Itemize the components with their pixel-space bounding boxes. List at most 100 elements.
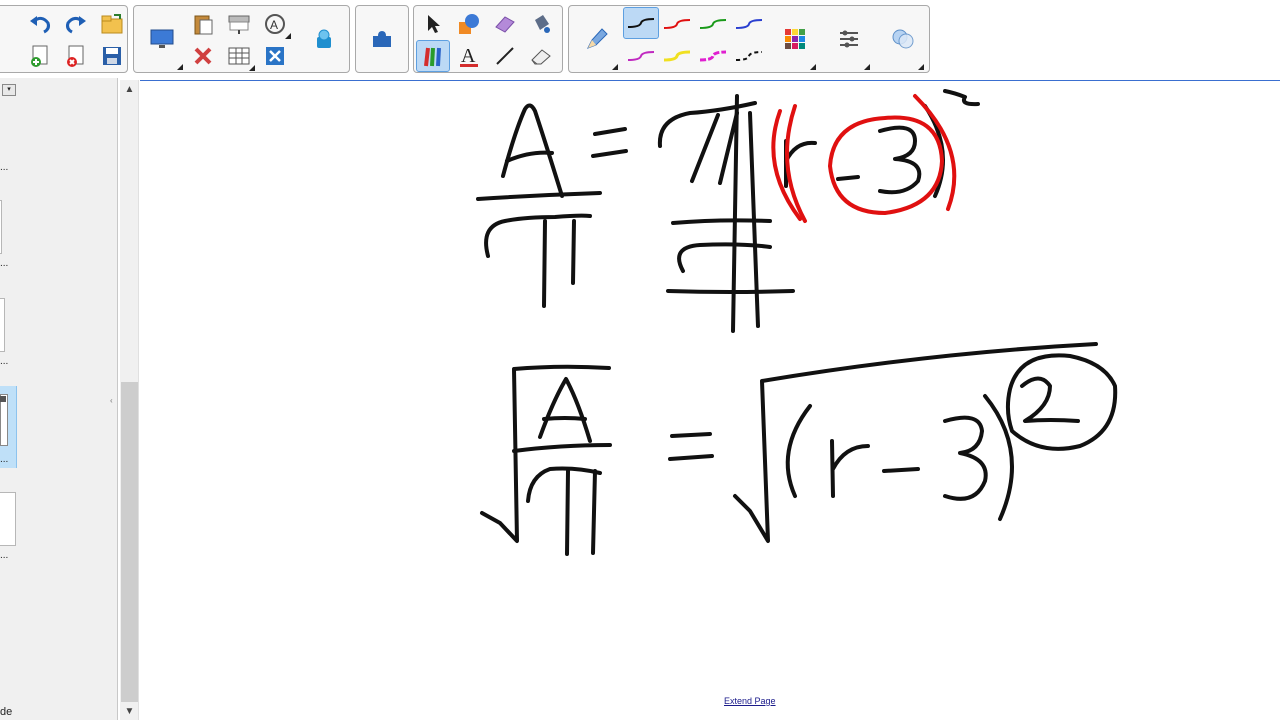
fill-icon	[535, 15, 550, 33]
line-style-icon	[699, 50, 727, 62]
line-style-green-solid[interactable]	[695, 8, 731, 40]
eraser-tool-button[interactable]	[524, 40, 558, 72]
toolbar-group-pen-properties	[568, 5, 930, 73]
main-toolbar: A A	[0, 0, 1280, 78]
ink-stroke	[505, 150, 554, 163]
svg-text:A: A	[461, 45, 476, 67]
delete-button[interactable]	[186, 40, 220, 72]
whiteboard-canvas[interactable]	[140, 80, 1280, 720]
line-style-purple-solid[interactable]	[623, 40, 659, 72]
ink-stroke	[476, 191, 602, 201]
display-button[interactable]	[140, 7, 184, 71]
line-style-black-solid[interactable]	[623, 7, 659, 39]
doc-camera-button[interactable]	[304, 7, 344, 71]
addons-icon	[373, 31, 391, 47]
line-style-magenta-dashed[interactable]	[695, 40, 731, 72]
addons-button[interactable]	[362, 7, 402, 71]
open-file-icon	[101, 14, 123, 34]
pens-button[interactable]	[416, 40, 450, 72]
ink-stroke	[827, 115, 945, 216]
handwritten-math	[476, 89, 1118, 556]
ink-stroke	[668, 454, 714, 461]
measurement-tools-button[interactable]: A	[258, 8, 292, 40]
ink-stroke	[784, 140, 817, 163]
ink-stroke	[690, 113, 720, 183]
open-file-button[interactable]	[95, 8, 129, 40]
scroll-down-arrow-icon[interactable]: ▼	[120, 702, 139, 720]
thumbnail-label: ...	[0, 356, 9, 367]
pencil-button[interactable]	[575, 7, 619, 71]
delete-page-icon	[67, 45, 84, 67]
line-style-blue-solid[interactable]	[731, 8, 767, 40]
line-button[interactable]	[488, 40, 522, 72]
ink-stroke	[878, 125, 922, 195]
undo-button[interactable]	[23, 8, 57, 40]
text-button[interactable]: A	[452, 40, 486, 72]
toolbar-group-tools: A	[413, 5, 563, 73]
save-button[interactable]	[95, 40, 129, 72]
ink-stroke	[512, 443, 612, 453]
line-style-black-dotted[interactable]	[731, 40, 767, 72]
thumbnail-label: ...	[0, 162, 9, 173]
undo-icon	[30, 16, 50, 34]
paste-button[interactable]	[186, 8, 220, 40]
line-style-icon	[627, 51, 655, 61]
fill-effects-button[interactable]	[881, 7, 925, 71]
ink-stroke	[480, 364, 611, 543]
line-style-icon	[699, 19, 727, 29]
ink-stroke	[1005, 353, 1118, 451]
ink-stroke	[593, 127, 627, 136]
ink-stroke	[538, 377, 592, 443]
page-thumbnail[interactable]	[0, 200, 2, 254]
scrollbar-thumb[interactable]	[121, 382, 138, 702]
toolbar-group-file	[0, 5, 128, 73]
pencil-icon	[586, 28, 608, 49]
color-palette-button[interactable]	[773, 7, 817, 71]
panel-resize-handle[interactable]: ‹	[110, 396, 114, 405]
ink-stroke	[542, 416, 587, 421]
fill-button[interactable]	[524, 8, 558, 40]
extend-page-link[interactable]: Extend Page	[724, 696, 776, 706]
paste-icon	[194, 15, 213, 35]
ink-stroke	[785, 404, 812, 498]
add-page-button[interactable]	[23, 40, 57, 72]
page-vertical-scrollbar[interactable]: ▲ ▼	[120, 80, 139, 720]
fit-button[interactable]	[258, 40, 292, 72]
screen-shade-icon	[228, 15, 250, 34]
pen-icon	[424, 47, 441, 67]
color-palette-icon	[785, 29, 805, 49]
ink-stroke	[670, 432, 712, 438]
ink-stroke	[501, 103, 564, 198]
text-icon: A	[460, 45, 478, 67]
line-style-icon	[663, 19, 691, 29]
delete-page-button[interactable]	[59, 40, 93, 72]
page-thumbnail[interactable]	[0, 298, 5, 352]
add-page-icon	[31, 45, 48, 67]
redo-button[interactable]	[59, 8, 93, 40]
eraser-button[interactable]	[488, 8, 522, 40]
toolbar-group-edit: A	[133, 5, 350, 73]
line-icon	[496, 47, 514, 65]
fill-effects-icon	[892, 29, 914, 49]
panel-menu-dropdown[interactable]: ▾	[2, 84, 16, 96]
thumbnail-label: ...	[0, 258, 9, 269]
page-sorter-panel: ▾ ... ... ... ... ... de ‹	[0, 78, 118, 720]
eraser-icon	[495, 16, 515, 33]
screen-shade-button[interactable]	[222, 8, 256, 40]
table-button[interactable]	[222, 40, 256, 72]
page-thumbnail[interactable]	[0, 492, 16, 546]
line-style-icon	[735, 19, 763, 29]
shapes-button[interactable]	[452, 8, 486, 40]
ink-stroke	[542, 219, 547, 308]
ink-stroke	[943, 415, 988, 501]
ink-stroke	[943, 89, 980, 107]
ink-stroke	[836, 175, 860, 181]
measurement-tools-icon: A	[265, 14, 285, 34]
line-style-red-solid[interactable]	[659, 8, 695, 40]
line-style-icon	[663, 50, 691, 62]
doc-camera-icon	[317, 29, 331, 48]
scroll-up-arrow-icon[interactable]: ▲	[120, 80, 139, 98]
select-button[interactable]	[416, 8, 450, 40]
properties-button[interactable]	[827, 7, 871, 71]
line-style-yellow-solid[interactable]	[659, 40, 695, 72]
